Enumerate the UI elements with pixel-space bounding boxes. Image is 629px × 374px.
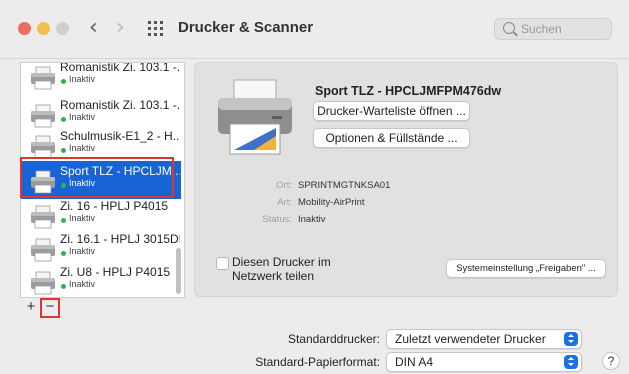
printers-scanners-window: ‹ › Drucker & Scanner Romanistik Zi. 103… [0,0,629,374]
printer-status: Inaktiv [69,112,96,122]
default-printer-value: Zuletzt verwendeter Drucker [395,332,546,346]
printer-icon [31,104,55,128]
printer-status: Inaktiv [69,279,96,289]
search-input[interactable] [521,21,606,37]
paper-size-value: DIN A4 [395,355,434,369]
zoom-window-button[interactable] [56,22,69,35]
remove-printer-button[interactable]: − [40,298,60,318]
printer-status: Inaktiv [69,74,96,84]
status-dot-icon [61,284,66,289]
printer-title: Sport TLZ - HPCLJMFPM476dw [315,84,502,98]
share-printer-checkbox[interactable] [216,257,229,270]
back-chevron-icon[interactable]: ‹ [89,15,98,40]
printer-icon [31,205,55,229]
status-dot-icon [61,251,66,256]
help-button[interactable]: ? [602,352,620,370]
printer-icon [31,170,55,194]
status-dot-icon [61,183,66,188]
printer-name: Zi. 16.1 - HPLJ 3015DN [60,232,180,246]
search-field[interactable] [494,18,612,40]
paper-size-popup[interactable]: DIN A4 [386,352,582,372]
paper-size-label: Standard-Papierformat: [255,355,380,369]
printer-name: Romanistik Zi. 103.1 -... [60,62,180,74]
printer-name: Zi. 16 - HPLJ P4015 [60,199,169,213]
popup-arrows-icon [564,355,578,369]
location-value: SPRINTMGTNKSA01 [298,180,391,191]
default-printer-popup[interactable]: Zuletzt verwendeter Drucker [386,329,582,349]
status-dot-icon [61,218,66,223]
add-printer-button[interactable]: + [22,298,40,316]
list-item[interactable]: Zi. U8 - HPLJ P4015 Inaktiv [21,262,181,297]
window-title: Drucker & Scanner [178,19,314,36]
minimize-window-button[interactable] [37,22,50,35]
forward-chevron-icon[interactable]: › [116,15,125,40]
list-scrollbar[interactable] [176,248,181,294]
list-item[interactable]: Schulmusik-E1_2 - H... Inaktiv [21,126,181,164]
kind-label: Art: [277,197,292,208]
search-icon [503,22,515,34]
printer-name: Sport TLZ - HPCLJM... [60,164,180,178]
sharing-preferences-button[interactable]: Systemeinstellung „Freigaben" ... [446,259,606,278]
printer-icon [31,66,55,90]
status-value: Inaktiv [298,214,326,225]
open-print-queue-button[interactable]: Drucker-Warteliste öffnen ... [313,101,470,121]
close-window-button[interactable] [18,22,31,35]
printer-icon [31,271,55,295]
kind-value: Mobility-AirPrint [298,197,365,208]
printer-icon [31,135,55,159]
default-printer-label: Standarddrucker: [287,332,380,346]
printer-name: Zi. U8 - HPLJ P4015 [60,265,171,279]
status-dot-icon [61,148,66,153]
printer-status: Inaktiv [69,143,96,153]
printer-name: Schulmusik-E1_2 - H... [60,129,180,143]
status-dot-icon [61,79,66,84]
printer-icon [31,238,55,262]
show-all-grid-icon[interactable] [148,20,166,36]
printer-list[interactable]: Romanistik Zi. 103.1 -... Inaktiv Romani… [20,62,185,298]
printer-status: Inaktiv [69,246,96,256]
status-label: Status: [262,214,292,225]
title-bar: ‹ › Drucker & Scanner [0,0,629,59]
printer-status: Inaktiv [69,213,96,223]
printer-large-icon [218,79,292,155]
popup-arrows-icon [564,332,578,346]
list-item[interactable]: Romanistik Zi. 103.1 -... Inaktiv [21,62,181,95]
options-supplies-button[interactable]: Optionen & Füllstände ... [313,128,470,148]
printer-status: Inaktiv [69,178,96,188]
status-dot-icon [61,117,66,122]
location-label: Ort: [276,180,292,191]
printer-name: Romanistik Zi. 103.1 -... [60,98,180,112]
list-item-selected[interactable]: Sport TLZ - HPCLJM... Inaktiv [21,161,181,199]
share-printer-label[interactable]: Diesen Drucker im Netzwerk teilen [232,255,342,283]
